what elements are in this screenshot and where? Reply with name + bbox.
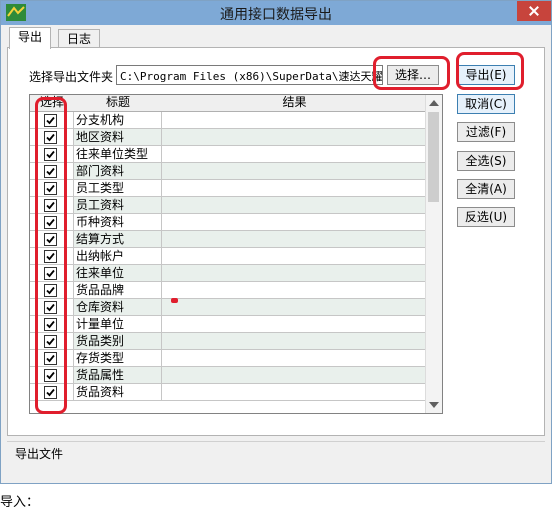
export-items-table: 选择 标题 结果 分支机构 地区资料 往来单位类型 部门资料 员工类型 员工资料 币种资料结… <box>29 94 443 414</box>
scroll-thumb[interactable] <box>428 112 439 202</box>
table-row[interactable]: 往来单位类型 <box>30 146 427 163</box>
tab-log[interactable]: 日志 <box>58 29 101 48</box>
choose-button-highlight <box>373 56 450 90</box>
table-row[interactable]: 结算方式 <box>30 231 427 248</box>
row-result <box>162 180 427 197</box>
clear-all-button[interactable]: 全清(A) <box>457 179 515 199</box>
status-label: 导出文件 <box>15 447 64 461</box>
table-row[interactable]: 分支机构 <box>30 112 427 129</box>
row-title: 员工资料 <box>74 197 162 214</box>
row-result <box>162 299 427 316</box>
row-result <box>162 112 427 129</box>
table-row[interactable]: 部门资料 <box>30 163 427 180</box>
row-title: 地区资料 <box>74 129 162 146</box>
row-result <box>162 350 427 367</box>
export-dialog-window: 通用接口数据导出 导出 日志 选择导出文件夹 C:\Program Files … <box>0 0 552 484</box>
title-bar[interactable]: 通用接口数据导出 <box>1 1 551 25</box>
table-scrollbar[interactable] <box>425 95 442 413</box>
row-title: 货品类别 <box>74 333 162 350</box>
table-row[interactable]: 员工资料 <box>30 197 427 214</box>
table-row[interactable]: 货品属性 <box>30 367 427 384</box>
table-row[interactable]: 员工类型 <box>30 180 427 197</box>
table-row[interactable]: 地区资料 <box>30 129 427 146</box>
row-title: 存货类型 <box>74 350 162 367</box>
row-result <box>162 129 427 146</box>
row-title: 员工类型 <box>74 180 162 197</box>
invert-selection-button[interactable]: 反选(U) <box>457 207 515 227</box>
folder-path-input[interactable]: C:\Program Files (x86)\SuperData\速达天耀5.0 <box>116 65 383 85</box>
export-button-highlight <box>456 52 524 90</box>
row-title: 计量单位 <box>74 316 162 333</box>
header-title[interactable]: 标题 <box>74 95 163 112</box>
row-title: 出纳帐户 <box>74 248 162 265</box>
window-title: 通用接口数据导出 <box>220 7 332 23</box>
row-title: 结算方式 <box>74 231 162 248</box>
cancel-button[interactable]: 取消(C) <box>457 94 515 114</box>
row-result <box>162 197 427 214</box>
header-result[interactable]: 结果 <box>162 95 428 112</box>
row-result <box>162 367 427 384</box>
status-bar: 导出文件 <box>7 441 545 465</box>
annotation-dot <box>171 298 178 303</box>
close-icon[interactable] <box>517 1 551 21</box>
scroll-up-icon[interactable] <box>429 100 439 106</box>
row-title: 货品资料 <box>74 384 162 401</box>
row-title: 仓库资料 <box>74 299 162 316</box>
row-title: 往来单位类型 <box>74 146 162 163</box>
row-title: 货品品牌 <box>74 282 162 299</box>
table-row[interactable]: 货品品牌 <box>30 282 427 299</box>
folder-label: 选择导出文件夹 <box>29 70 114 84</box>
scroll-down-icon[interactable] <box>429 402 439 408</box>
table-row[interactable]: 货品类别 <box>30 333 427 350</box>
row-result <box>162 316 427 333</box>
row-result <box>162 146 427 163</box>
table-header: 选择 标题 结果 <box>30 95 428 112</box>
row-result <box>162 282 427 299</box>
below-window-text: 导入： <box>0 495 40 510</box>
row-title: 部门资料 <box>74 163 162 180</box>
row-result <box>162 163 427 180</box>
row-title: 货品属性 <box>74 367 162 384</box>
table-row[interactable]: 货品资料 <box>30 384 427 401</box>
row-result <box>162 214 427 231</box>
table-row[interactable]: 往来单位 <box>30 265 427 282</box>
select-all-button[interactable]: 全选(S) <box>457 151 515 171</box>
row-result <box>162 248 427 265</box>
row-result <box>162 384 427 401</box>
row-result <box>162 333 427 350</box>
row-title: 往来单位 <box>74 265 162 282</box>
filter-button[interactable]: 过滤(F) <box>457 122 515 142</box>
checkbox-column-highlight <box>35 97 67 414</box>
table-row[interactable]: 仓库资料 <box>30 299 427 316</box>
table-row[interactable]: 计量单位 <box>30 316 427 333</box>
table-row[interactable]: 出纳帐户 <box>30 248 427 265</box>
tab-export[interactable]: 导出 <box>9 27 52 49</box>
row-title: 分支机构 <box>74 112 162 129</box>
table-row[interactable]: 币种资料 <box>30 214 427 231</box>
row-title: 币种资料 <box>74 214 162 231</box>
table-row[interactable]: 存货类型 <box>30 350 427 367</box>
row-result <box>162 265 427 282</box>
row-result <box>162 231 427 248</box>
